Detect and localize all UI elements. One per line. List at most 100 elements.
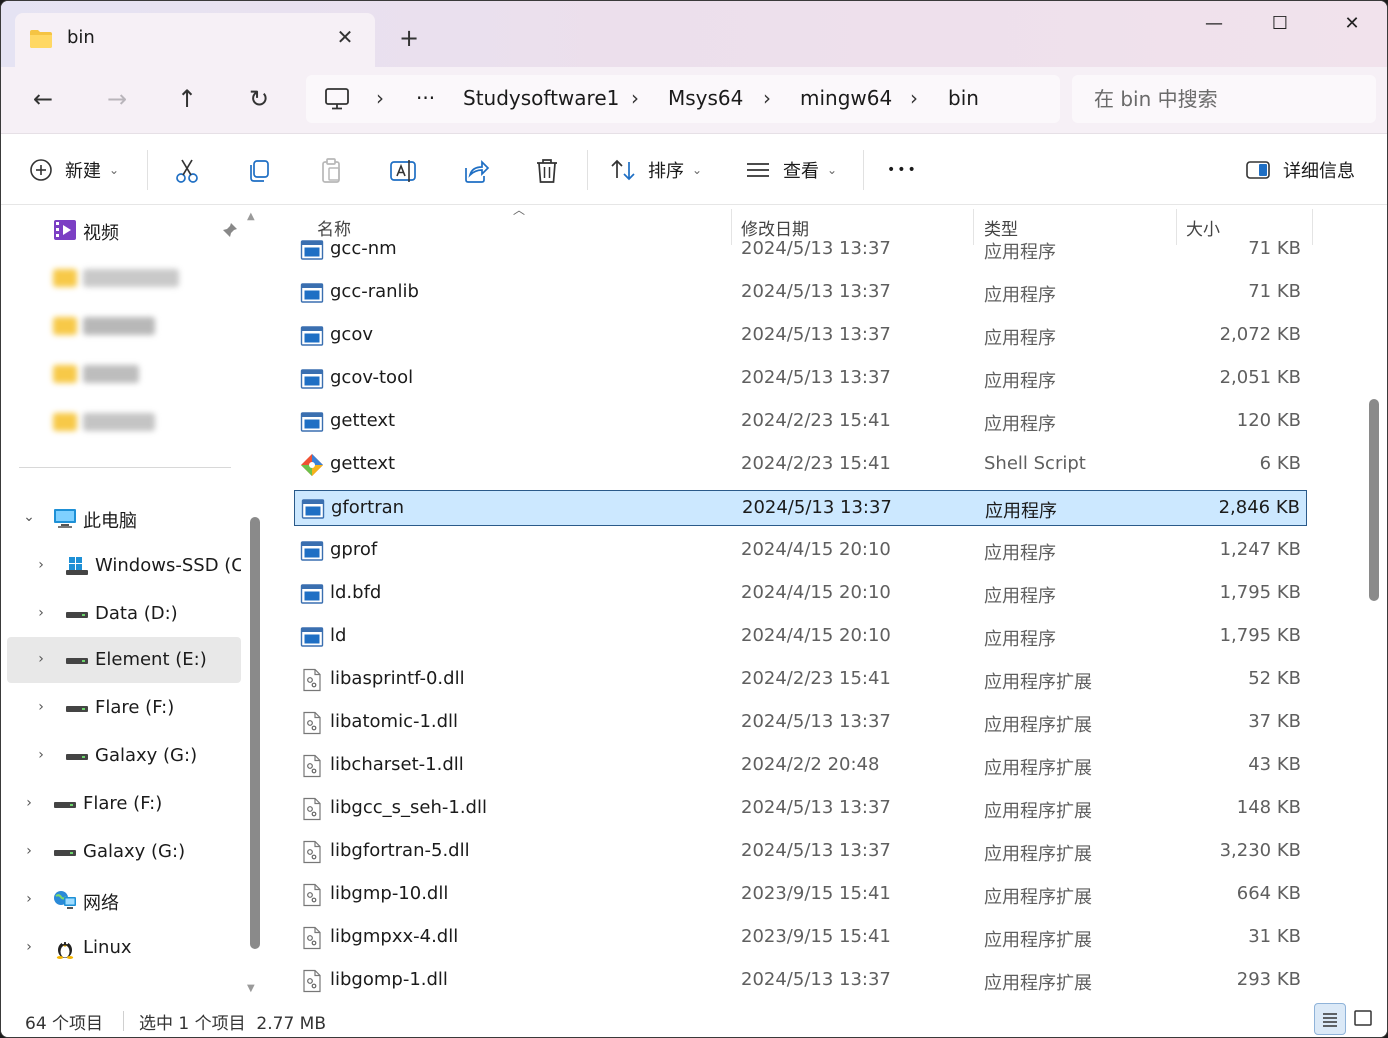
chevron-right-icon[interactable]: › bbox=[21, 793, 37, 813]
chevron-right-icon[interactable]: › bbox=[21, 889, 37, 909]
new-label: 新建 bbox=[65, 161, 101, 182]
file-row[interactable]: gcc-nm 2024/5/13 13:37 应用程序 71 KB bbox=[294, 232, 1307, 268]
file-type: 应用程序扩展 bbox=[984, 887, 1092, 908]
file-row[interactable]: libcharset-1.dll 2024/2/2 20:48 应用程序扩展 43 K… bbox=[294, 748, 1307, 784]
up-button[interactable]: ↑ bbox=[167, 81, 207, 117]
chevron-down-icon[interactable]: ⌄ bbox=[21, 507, 37, 527]
sidebar-item-galaxy[interactable]: › Galaxy (G:) bbox=[7, 829, 241, 875]
file-row[interactable]: gettext 2024/2/23 15:41 应用程序 120 KB bbox=[294, 404, 1307, 440]
file-type: 应用程序 bbox=[984, 629, 1056, 650]
breadcrumb-bin[interactable]: bin bbox=[948, 86, 979, 110]
address-bar[interactable]: › ··· Studysoftware1 › Msys64 › mingw64 … bbox=[306, 75, 1060, 123]
chevron-right-icon[interactable]: › bbox=[33, 555, 49, 575]
file-row[interactable]: libgfortran-5.dll 2024/5/13 13:37 应用程序扩展 3,… bbox=[294, 834, 1307, 870]
file-row[interactable]: libgmp-10.dll 2023/9/15 15:41 应用程序扩展 664 KB bbox=[294, 877, 1307, 913]
trash-icon[interactable] bbox=[532, 156, 562, 186]
details-pane-button[interactable]: 详细信息 bbox=[1245, 152, 1355, 188]
new-button[interactable]: 新建 ⌄ bbox=[29, 152, 119, 188]
details-view-button[interactable] bbox=[1314, 1003, 1346, 1035]
breadcrumb-studysoftware1[interactable]: Studysoftware1 bbox=[463, 86, 619, 110]
file-name: gcov bbox=[330, 324, 373, 345]
chevron-right-icon[interactable]: › bbox=[33, 603, 49, 623]
file-name: gfortran bbox=[331, 497, 405, 518]
more-options-button[interactable]: ••• bbox=[887, 152, 918, 188]
sidebar-item-blurred-folder[interactable] bbox=[7, 303, 241, 349]
back-button[interactable]: ← bbox=[23, 81, 63, 117]
chevron-right-icon[interactable]: › bbox=[21, 841, 37, 861]
pin-icon[interactable] bbox=[221, 221, 239, 239]
chevron-right-icon[interactable]: › bbox=[33, 697, 49, 717]
blurred-label bbox=[83, 365, 139, 383]
breadcrumb-separator[interactable]: › bbox=[631, 86, 639, 110]
sidebar-item-blurred-folder[interactable] bbox=[7, 255, 241, 301]
file-explorer-window: bin ✕ + — ☐ ✕ ← → ↑ ↻ › ··· Studysoftwar… bbox=[0, 0, 1388, 1038]
scroll-down-arrow-icon[interactable]: ▼ bbox=[247, 983, 255, 994]
minimize-button[interactable]: — bbox=[1179, 5, 1249, 43]
sidebar-item-blurred-folder[interactable] bbox=[7, 351, 241, 397]
new-tab-button[interactable]: + bbox=[393, 23, 425, 55]
file-row[interactable]: ld.bfd 2024/4/15 20:10 应用程序 1,795 KB bbox=[294, 576, 1307, 612]
rename-icon[interactable] bbox=[388, 156, 418, 186]
file-row[interactable]: gettext 2024/2/23 15:41 Shell Script 6 KB bbox=[294, 447, 1307, 483]
breadcrumb-separator[interactable]: › bbox=[376, 86, 384, 110]
file-name: libatomic-1.dll bbox=[330, 711, 459, 732]
sidebar-item-drive-g[interactable]: › Galaxy (G:) bbox=[7, 733, 241, 779]
sidebar-item-drive-d[interactable]: › Data (D:) bbox=[7, 591, 241, 637]
sidebar-item-blurred-folder[interactable] bbox=[7, 399, 241, 445]
folder-icon bbox=[53, 413, 77, 431]
sidebar-item-flare[interactable]: › Flare (F:) bbox=[7, 781, 241, 827]
close-window-button[interactable]: ✕ bbox=[1317, 5, 1387, 43]
dll-icon bbox=[303, 754, 321, 778]
copy-icon[interactable] bbox=[244, 156, 274, 186]
file-row-selected[interactable]: gfortran 2024/5/13 13:37 应用程序 2,846 KB bbox=[294, 490, 1307, 526]
maximize-button[interactable]: ☐ bbox=[1245, 5, 1315, 43]
file-row[interactable]: libatomic-1.dll 2024/5/13 13:37 应用程序扩展 37 K… bbox=[294, 705, 1307, 741]
chevron-right-icon[interactable]: › bbox=[21, 937, 37, 957]
file-row[interactable]: libgcc_s_seh-1.dll 2024/5/13 13:37 应用程序扩展 1… bbox=[294, 791, 1307, 827]
view-button[interactable]: 查看 ⌄ bbox=[745, 152, 837, 188]
sidebar-item-drive-e[interactable]: › Element (E:) bbox=[7, 637, 241, 683]
file-modified-date: 2024/5/13 13:37 bbox=[741, 969, 891, 990]
search-input[interactable] bbox=[1072, 75, 1376, 123]
tab-close-button[interactable]: ✕ bbox=[331, 23, 359, 51]
tab-title: bin bbox=[67, 27, 95, 48]
breadcrumb-msys64[interactable]: Msys64 bbox=[668, 86, 743, 110]
file-list-scrollbar-thumb[interactable] bbox=[1369, 399, 1379, 601]
sidebar-item-this-pc[interactable]: ⌄ 此电脑 bbox=[7, 495, 241, 541]
monitor-icon[interactable] bbox=[324, 87, 350, 111]
scroll-up-arrow-icon[interactable]: ▲ bbox=[247, 211, 255, 222]
file-type: 应用程序扩展 bbox=[984, 930, 1092, 951]
large-icons-view-button[interactable] bbox=[1348, 1003, 1380, 1035]
breadcrumb-separator[interactable]: › bbox=[763, 86, 771, 110]
sidebar-item-drive-f[interactable]: › Flare (F:) bbox=[7, 685, 241, 731]
sidebar-item-drive-c[interactable]: › Windows-SSD (C:) bbox=[7, 543, 241, 589]
sidebar-scrollbar-thumb[interactable] bbox=[250, 517, 260, 949]
file-row[interactable]: gcov-tool 2024/5/13 13:37 应用程序 2,051 KB bbox=[294, 361, 1307, 397]
sidebar-item-label: 此电脑 bbox=[83, 511, 137, 532]
chevron-right-icon[interactable]: › bbox=[33, 745, 49, 765]
search-box[interactable] bbox=[1072, 75, 1376, 123]
chevron-right-icon[interactable]: › bbox=[33, 649, 49, 669]
tab-bin[interactable]: bin ✕ bbox=[15, 13, 375, 71]
breadcrumb-separator[interactable]: › bbox=[910, 86, 918, 110]
file-row[interactable]: gcov 2024/5/13 13:37 应用程序 2,072 KB bbox=[294, 318, 1307, 354]
file-row[interactable]: libgomp-1.dll 2024/5/13 13:37 应用程序扩展 293 KB bbox=[294, 963, 1307, 999]
breadcrumb-overflow[interactable]: ··· bbox=[416, 86, 435, 110]
sort-button[interactable]: 排序 ⌄ bbox=[610, 152, 702, 188]
breadcrumb-mingw64[interactable]: mingw64 bbox=[800, 86, 892, 110]
command-bar: 新建 ⌄ 排序 ⌄ 查看 ⌄ ••• 详细信息 bbox=[1, 133, 1387, 205]
file-row[interactable]: libgmpxx-4.dll 2023/9/15 15:41 应用程序扩展 31 KB bbox=[294, 920, 1307, 956]
sidebar-item-videos[interactable]: 视频 bbox=[7, 207, 241, 253]
cut-icon[interactable] bbox=[172, 156, 202, 186]
file-row[interactable]: libasprintf-0.dll 2024/2/23 15:41 应用程序扩展 52… bbox=[294, 662, 1307, 698]
file-row[interactable]: gcc-ranlib 2024/5/13 13:37 应用程序 71 KB bbox=[294, 275, 1307, 311]
forward-button[interactable]: → bbox=[97, 81, 137, 117]
column-divider[interactable] bbox=[1312, 209, 1313, 245]
paste-icon[interactable] bbox=[316, 156, 346, 186]
sidebar-item-network[interactable]: › 网络 bbox=[7, 877, 241, 923]
share-icon[interactable] bbox=[460, 156, 490, 186]
sidebar-item-linux[interactable]: › Linux bbox=[7, 925, 241, 971]
file-row[interactable]: gprof 2024/4/15 20:10 应用程序 1,247 KB bbox=[294, 533, 1307, 569]
file-row[interactable]: ld 2024/4/15 20:10 应用程序 1,795 KB bbox=[294, 619, 1307, 655]
refresh-button[interactable]: ↻ bbox=[239, 81, 279, 117]
